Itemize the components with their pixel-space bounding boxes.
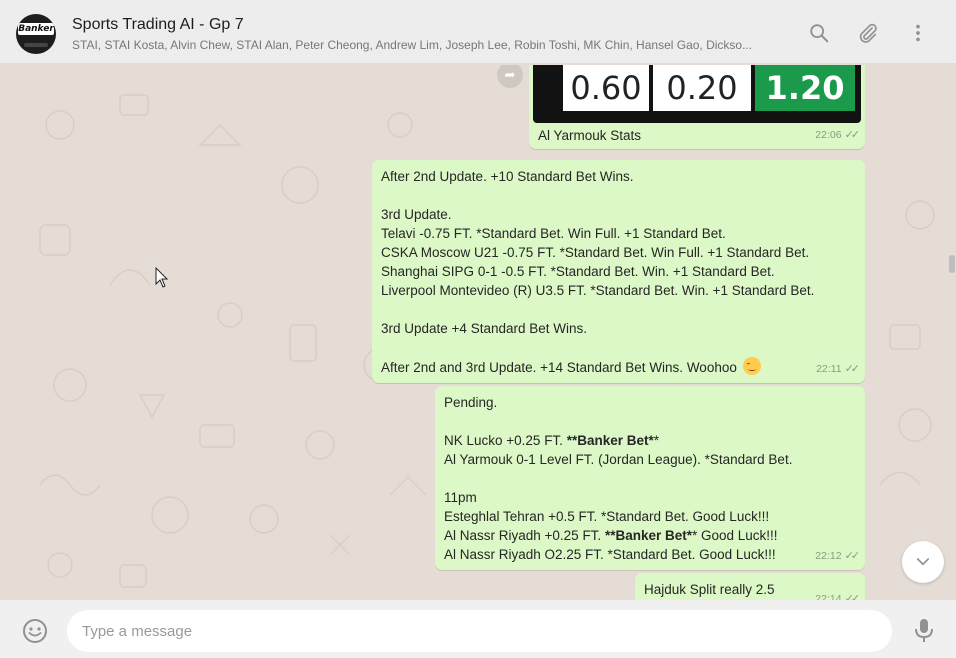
message-line: Al Yarmouk 0-1 Level FT. (Jordan League)… bbox=[444, 452, 793, 467]
chat-members[interactable]: STAI, STAI Kosta, Alvin Chew, STAI Alan,… bbox=[72, 38, 777, 52]
menu-icon[interactable] bbox=[907, 22, 929, 44]
message-line: Esteghlal Tehran +0.5 FT. *Standard Bet.… bbox=[444, 509, 770, 524]
message-time: 22:06 bbox=[815, 129, 842, 141]
scroll-down-button[interactable] bbox=[902, 541, 944, 583]
message-text: NK Lucko +0.25 FT. bbox=[444, 433, 567, 448]
message-line bbox=[381, 300, 856, 319]
message-line bbox=[381, 338, 856, 357]
message-line: CSKA Moscow U21 -0.75 FT. *Standard Bet.… bbox=[381, 245, 810, 260]
microphone-icon bbox=[915, 619, 933, 642]
message-line: After 2nd Update. +10 Standard Bet Wins. bbox=[381, 169, 634, 184]
message-line: Pending. bbox=[444, 395, 498, 410]
read-ticks-icon: ✓✓ bbox=[844, 550, 861, 562]
image-caption: Al Yarmouk Stats bbox=[538, 128, 642, 143]
read-ticks-icon: ✓✓ bbox=[844, 363, 861, 375]
message-bubble-image[interactable]: 0.60 0.20 1.20 Al Yarmouk Stats 22:06 ✓✓ bbox=[529, 65, 865, 149]
message-line: Al Nassr Riyadh +0.25 FT. **Banker Bet**… bbox=[444, 526, 856, 545]
mic-button[interactable] bbox=[913, 618, 935, 644]
stat-value-1: 0.60 bbox=[563, 65, 649, 111]
message-meta: 22:12 ✓✓ bbox=[815, 547, 861, 566]
banker-bet-bold: **Banker Bet* bbox=[566, 433, 654, 448]
message-text: Al Nassr Riyadh +0.25 FT. bbox=[444, 528, 605, 543]
message-meta: 22:11 ✓✓ bbox=[816, 360, 861, 379]
mouse-cursor-icon bbox=[155, 267, 169, 288]
message-line: Al Nassr Riyadh O2.25 FT. *Standard Bet.… bbox=[444, 547, 776, 562]
chat-area[interactable]: ➦ 0.60 0.20 1.20 Al Yarmouk Stats 22:06 … bbox=[0, 65, 956, 600]
message-meta: 22:14 ✓✓ bbox=[815, 590, 861, 600]
message-line: 3rd Update. bbox=[381, 207, 452, 222]
chat-header: Banker Sports Trading AI - Gp 7 STAI, ST… bbox=[0, 0, 956, 64]
emoji-button[interactable] bbox=[22, 618, 48, 644]
compose-bar bbox=[0, 600, 956, 658]
message-line bbox=[381, 186, 856, 205]
message-line bbox=[444, 469, 856, 488]
message-time: 22:14 bbox=[815, 593, 842, 600]
message-bubble[interactable]: After 2nd Update. +10 Standard Bet Wins.… bbox=[372, 160, 865, 383]
read-ticks-icon: ✓✓ bbox=[844, 129, 861, 141]
message-input[interactable] bbox=[67, 610, 892, 652]
message-line: 11pm bbox=[444, 490, 477, 505]
attach-icon[interactable] bbox=[857, 22, 879, 44]
emoji-icon bbox=[23, 619, 47, 643]
message-text: * bbox=[653, 433, 659, 448]
message-meta: 22:06 ✓✓ bbox=[815, 126, 861, 145]
chat-title[interactable]: Sports Trading AI - Gp 7 bbox=[72, 16, 244, 34]
message-line: Liverpool Montevideo (R) U3.5 FT. *Stand… bbox=[381, 283, 815, 298]
stat-value-3: 1.20 bbox=[755, 65, 855, 111]
message-line bbox=[444, 412, 856, 431]
banker-bet-bold: **Banker Bet* bbox=[604, 528, 692, 543]
message-line: NK Lucko +0.25 FT. **Banker Bet** bbox=[444, 431, 856, 450]
message-text: * Good Luck!!! bbox=[692, 528, 778, 543]
message-text: After 2nd and 3rd Update. +14 Standard B… bbox=[381, 360, 737, 375]
message-bubble[interactable]: Pending. NK Lucko +0.25 FT. **Banker Bet… bbox=[435, 386, 865, 570]
message-line: Shanghai SIPG 0-1 -0.5 FT. *Standard Bet… bbox=[381, 264, 775, 279]
message-line: 3rd Update +4 Standard Bet Wins. bbox=[381, 321, 587, 336]
message-bubble[interactable]: Hajduk Split really 2.5 22:14 ✓✓ bbox=[635, 573, 865, 600]
message-time: 22:12 bbox=[815, 550, 842, 562]
message-line: Telavi -0.75 FT. *Standard Bet. Win Full… bbox=[381, 226, 726, 241]
stat-value-2: 0.20 bbox=[653, 65, 751, 111]
group-avatar[interactable]: Banker bbox=[16, 14, 56, 54]
scrollbar-thumb[interactable] bbox=[949, 255, 955, 273]
read-ticks-icon: ✓✓ bbox=[844, 593, 861, 600]
message-line-last: After 2nd and 3rd Update. +14 Standard B… bbox=[381, 357, 856, 377]
stats-image[interactable]: 0.60 0.20 1.20 bbox=[533, 65, 861, 123]
search-icon[interactable] bbox=[808, 22, 830, 44]
chevron-down-icon bbox=[916, 558, 930, 566]
smirk-emoji-icon bbox=[742, 357, 761, 375]
message-time: 22:11 bbox=[816, 363, 842, 375]
avatar-label: Banker bbox=[18, 23, 54, 35]
